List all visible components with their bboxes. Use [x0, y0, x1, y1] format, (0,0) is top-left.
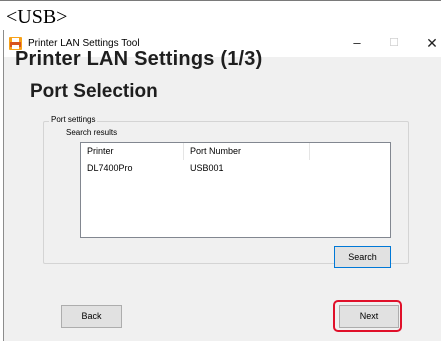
port-settings-legend: Port settings: [49, 114, 98, 126]
next-button-highlight: [333, 300, 402, 332]
column-header-printer[interactable]: Printer: [81, 143, 184, 160]
back-button[interactable]: Back: [61, 305, 122, 328]
port-number-cell: USB001: [190, 163, 224, 173]
section-title: Port Selection: [30, 81, 158, 102]
search-button[interactable]: Search: [334, 246, 391, 268]
search-results-label: Search results: [66, 128, 118, 137]
column-header-port-number[interactable]: Port Number: [184, 143, 310, 160]
minimize-button[interactable]: –: [342, 34, 372, 52]
search-results-list[interactable]: Printer Port Number DL7400Pro USB001: [80, 142, 391, 238]
printer-name-cell: DL7400Pro: [87, 163, 133, 173]
page-title: Printer LAN Settings (1/3): [15, 48, 263, 70]
list-header: Printer Port Number: [81, 143, 390, 161]
caption-text: <USB>: [6, 6, 68, 28]
section-caption: <USB>: [0, 0, 441, 31]
list-item[interactable]: DL7400Pro USB001: [81, 161, 390, 176]
maximize-button[interactable]: ☐: [379, 34, 409, 52]
column-header-empty: [310, 143, 390, 160]
close-button[interactable]: ✕: [417, 34, 441, 52]
